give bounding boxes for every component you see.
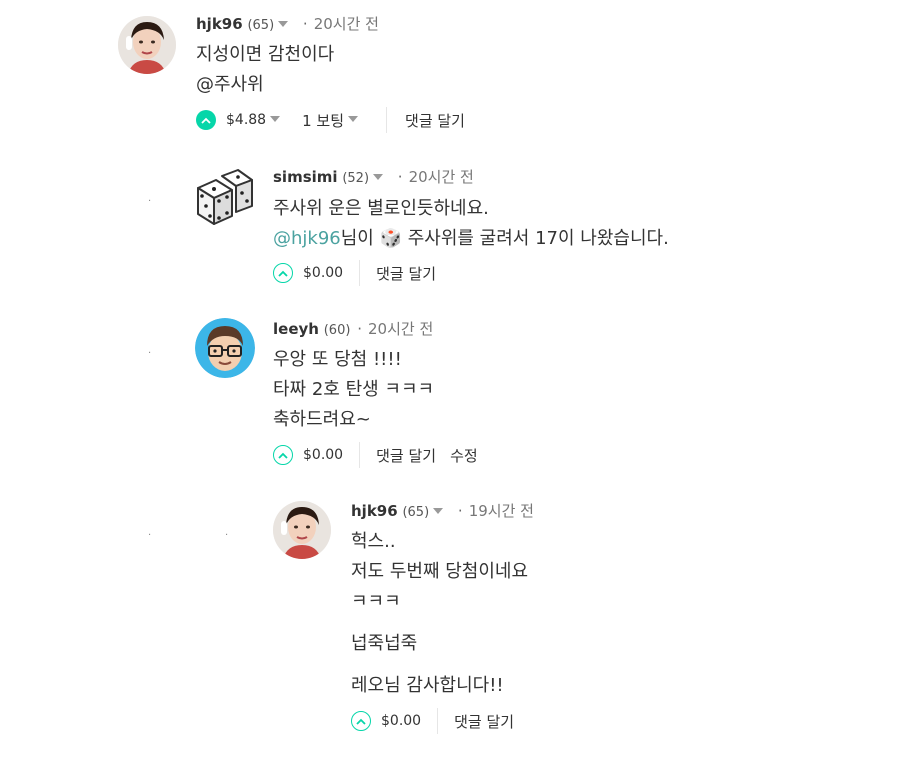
dice-avatar-icon bbox=[197, 169, 253, 225]
author-name[interactable]: hjk96 bbox=[196, 15, 243, 33]
timestamp[interactable]: 20시간 전 bbox=[368, 320, 433, 338]
upvote-icon[interactable] bbox=[196, 110, 216, 130]
upvote-icon[interactable] bbox=[351, 711, 371, 731]
avatar[interactable] bbox=[273, 501, 331, 559]
reply-button[interactable]: 댓글 달기 bbox=[376, 263, 436, 284]
comment-line: 저도 두번째 당첨이네요 bbox=[351, 561, 529, 582]
thread-depth-dot: · bbox=[225, 530, 229, 541]
comment-body: 지성이면 감천이다 @주사위 bbox=[196, 40, 334, 100]
author-reputation: (52) bbox=[342, 171, 370, 186]
divider bbox=[359, 260, 361, 286]
comment-line: 헉스.. bbox=[351, 531, 396, 552]
audrey-avatar-icon bbox=[118, 16, 176, 74]
mention-link[interactable]: @hjk96 bbox=[273, 228, 341, 249]
divider bbox=[437, 708, 439, 734]
comment-line: 넙죽넙죽 bbox=[351, 633, 418, 654]
payout-value[interactable]: $0.00 bbox=[303, 265, 343, 281]
reply-button[interactable]: 댓글 달기 bbox=[454, 711, 514, 732]
avatar[interactable] bbox=[118, 16, 176, 74]
comment-line: ㅋㅋㅋ bbox=[351, 591, 401, 612]
timestamp[interactable]: 19시간 전 bbox=[469, 502, 534, 520]
avatar[interactable] bbox=[195, 318, 255, 378]
comment-actions: $0.00 댓글 달기 bbox=[273, 260, 436, 286]
author-name[interactable]: simsimi bbox=[273, 168, 338, 186]
comment-body: 헉스.. 저도 두번째 당첨이네요 ㅋㅋㅋ 넙죽넙죽 레오님 감사합니다!! bbox=[351, 527, 528, 701]
payout-value[interactable]: $0.00 bbox=[303, 447, 343, 463]
comment-line: 우앙 또 당첨 !!!! bbox=[273, 349, 402, 370]
payout-value[interactable]: $4.88 bbox=[226, 112, 266, 128]
separator-dot: · bbox=[357, 320, 362, 338]
comment-meta: hjk96 (65) · 20시간 전 bbox=[196, 14, 379, 34]
timestamp[interactable]: 20시간 전 bbox=[314, 15, 379, 33]
author-reputation: (65) bbox=[402, 505, 430, 520]
comment-line: 지성이면 감천이다 bbox=[196, 44, 335, 65]
mention-link[interactable]: @주사위 bbox=[196, 70, 334, 100]
audrey-avatar-icon bbox=[273, 501, 331, 559]
comment-line-text: 님이 🎲 주사위를 굴려서 17이 나왔습니다. bbox=[340, 228, 669, 249]
comment-actions: $4.88 1 보팅 댓글 달기 bbox=[196, 107, 465, 133]
comment-line: 축하드려요~ bbox=[273, 409, 371, 430]
thread-depth-dot: · bbox=[148, 530, 152, 541]
comment-meta: simsimi (52) · 20시간 전 bbox=[273, 167, 474, 187]
author-name[interactable]: leeyh bbox=[273, 320, 319, 338]
comment-line: 타짜 2호 탄생 ㅋㅋㅋ bbox=[273, 379, 435, 400]
comment-line: 레오님 감사합니다!! bbox=[351, 675, 504, 696]
thread-depth-dot: · bbox=[148, 196, 152, 207]
comment-line: 주사위 운은 별로인듯하네요. bbox=[273, 198, 489, 219]
author-dropdown-icon[interactable] bbox=[433, 507, 444, 514]
votes-dropdown-icon[interactable] bbox=[348, 116, 359, 122]
avatar[interactable] bbox=[194, 166, 256, 228]
separator-dot: · bbox=[457, 502, 463, 520]
comment-actions: $0.00 댓글 달기 수정 bbox=[273, 442, 478, 468]
timestamp[interactable]: 20시간 전 bbox=[409, 168, 474, 186]
payout-value[interactable]: $0.00 bbox=[381, 713, 421, 729]
comment-body: 우앙 또 당첨 !!!! 타짜 2호 탄생 ㅋㅋㅋ 축하드려요~ bbox=[273, 345, 434, 435]
comment-meta: leeyh (60) · 20시간 전 bbox=[273, 319, 433, 339]
author-reputation: (65) bbox=[247, 18, 275, 33]
reply-button[interactable]: 댓글 달기 bbox=[405, 110, 465, 131]
divider bbox=[359, 442, 361, 468]
reply-button[interactable]: 댓글 달기 bbox=[376, 445, 436, 466]
votes-count[interactable]: 1 보팅 bbox=[302, 110, 344, 131]
separator-dot: · bbox=[397, 168, 403, 186]
author-reputation: (60) bbox=[323, 323, 351, 338]
edit-button[interactable]: 수정 bbox=[450, 445, 478, 466]
glasses-avatar-icon bbox=[195, 318, 255, 378]
divider bbox=[386, 107, 388, 133]
upvote-icon[interactable] bbox=[273, 445, 293, 465]
author-name[interactable]: hjk96 bbox=[351, 502, 398, 520]
comment-line: @hjk96님이 🎲 주사위를 굴려서 17이 나왔습니다. bbox=[273, 224, 669, 254]
author-dropdown-icon[interactable] bbox=[278, 20, 289, 27]
comment-body: 주사위 운은 별로인듯하네요. @hjk96님이 🎲 주사위를 굴려서 17이 … bbox=[273, 194, 669, 254]
payout-dropdown-icon[interactable] bbox=[270, 116, 281, 122]
thread-depth-dot: · bbox=[148, 348, 152, 359]
comment-actions: $0.00 댓글 달기 bbox=[351, 708, 514, 734]
comment-meta: hjk96 (65) · 19시간 전 bbox=[351, 501, 534, 521]
upvote-icon[interactable] bbox=[273, 263, 293, 283]
separator-dot: · bbox=[302, 15, 308, 33]
author-dropdown-icon[interactable] bbox=[373, 173, 384, 180]
